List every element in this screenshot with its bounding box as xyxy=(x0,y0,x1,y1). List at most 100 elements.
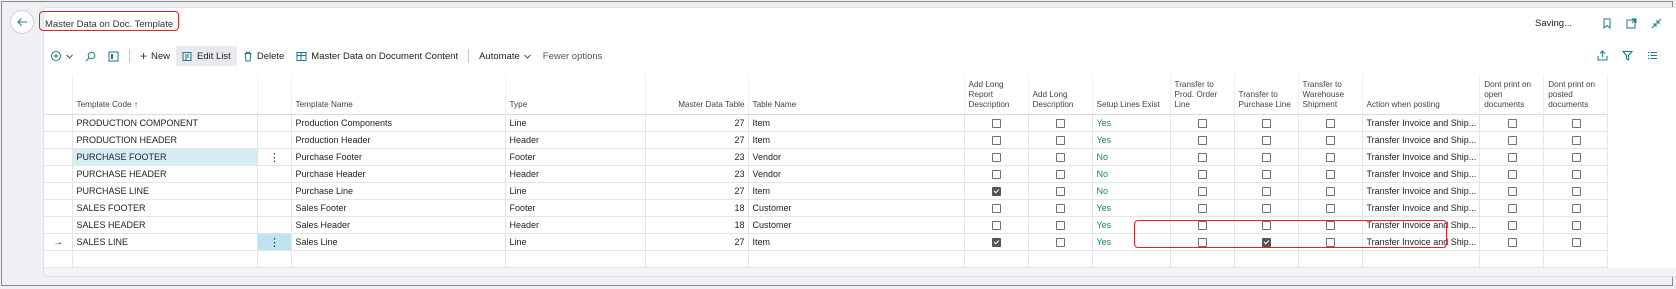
cell-add-long-desc[interactable] xyxy=(1028,114,1093,132)
checkbox[interactable] xyxy=(1198,153,1207,163)
checkbox[interactable] xyxy=(1507,204,1517,214)
cell-empty[interactable] xyxy=(1092,250,1171,268)
cell-empty[interactable] xyxy=(1362,250,1481,268)
cell-transfer-purchase[interactable] xyxy=(1234,199,1299,217)
cell-dont-print-open[interactable] xyxy=(1479,165,1545,183)
cell-add-long-desc[interactable] xyxy=(1028,233,1093,251)
search-button[interactable] xyxy=(79,46,102,66)
table-row[interactable]: SALES FOOTER Sales Footer Footer 18 Cust… xyxy=(44,199,1609,217)
cell-transfer-purchase[interactable] xyxy=(1234,165,1299,183)
table-row[interactable]: PURCHASE HEADER Purchase Header Header 2… xyxy=(44,165,1609,183)
cell-transfer-warehouse[interactable] xyxy=(1298,114,1363,132)
cell-transfer-warehouse[interactable] xyxy=(1298,165,1363,183)
cell-transfer-purchase[interactable] xyxy=(1234,182,1299,200)
cell-template-code[interactable]: PURCHASE HEADER xyxy=(72,165,258,183)
checkbox[interactable] xyxy=(1262,119,1271,129)
cell-add-long-desc[interactable] xyxy=(1028,182,1093,200)
checkbox[interactable] xyxy=(1571,221,1581,231)
cell-action-when-posting[interactable]: Transfer Invoice and Ship... xyxy=(1362,182,1481,200)
col-add-long-desc[interactable]: Add Long Description xyxy=(1028,74,1093,115)
checkbox[interactable] xyxy=(992,153,1001,163)
checkbox[interactable] xyxy=(1326,204,1335,214)
cell-dont-print-open[interactable] xyxy=(1479,182,1545,200)
checkbox[interactable] xyxy=(1056,170,1065,180)
checkbox[interactable] xyxy=(1507,187,1517,197)
checkbox[interactable] xyxy=(1571,187,1581,197)
checkbox[interactable] xyxy=(1326,170,1335,180)
checkbox[interactable] xyxy=(992,119,1001,129)
cell-dont-print-open[interactable] xyxy=(1479,131,1545,149)
back-button[interactable] xyxy=(10,10,34,34)
cell-template-code[interactable]: SALES LINE xyxy=(72,233,258,251)
checkbox[interactable] xyxy=(1198,204,1207,214)
checkbox[interactable] xyxy=(1056,204,1065,214)
cell-add-long-report-desc[interactable] xyxy=(964,216,1029,234)
cell-type[interactable]: Line xyxy=(505,182,646,200)
cell-action-when-posting[interactable]: Transfer Invoice and Ship... xyxy=(1362,148,1481,166)
cell-add-long-desc[interactable] xyxy=(1028,131,1093,149)
checkbox[interactable] xyxy=(1507,170,1517,180)
cell-type[interactable]: Header xyxy=(505,165,646,183)
more-options-icon[interactable]: ⋮ xyxy=(269,237,280,249)
cell-empty[interactable] xyxy=(964,250,1029,268)
cell-transfer-prod-order[interactable] xyxy=(1170,131,1235,149)
checkbox[interactable] xyxy=(1326,136,1335,146)
checkbox[interactable] xyxy=(1262,187,1271,197)
cell-dont-print-posted[interactable] xyxy=(1543,233,1609,251)
col-template-code[interactable]: Template Code ↑ xyxy=(72,74,258,115)
cell-dont-print-posted[interactable] xyxy=(1543,216,1609,234)
cell-type[interactable]: Line xyxy=(505,114,646,132)
cell-type[interactable]: Footer xyxy=(505,199,646,217)
filter-icon[interactable] xyxy=(1622,50,1633,61)
checkbox[interactable] xyxy=(1571,136,1581,146)
copilot-menu[interactable] xyxy=(44,46,79,66)
cell-template-name[interactable]: Sales Header xyxy=(291,216,506,234)
cell-setup-lines-exist[interactable]: No xyxy=(1092,148,1171,166)
cell-setup-lines-exist[interactable]: No xyxy=(1092,165,1171,183)
col-table-name[interactable]: Table Name xyxy=(748,74,965,115)
checkbox[interactable] xyxy=(1056,136,1065,146)
cell-master-data-table[interactable]: 27 xyxy=(645,114,749,132)
col-add-long-report-desc[interactable]: Add Long Report Description xyxy=(964,74,1029,115)
cell-add-long-report-desc[interactable] xyxy=(964,148,1029,166)
cell-transfer-purchase[interactable] xyxy=(1234,114,1299,132)
checkbox[interactable] xyxy=(992,170,1001,180)
checkbox[interactable] xyxy=(1507,119,1517,129)
edit-list-button[interactable]: Edit List xyxy=(176,46,237,66)
checkbox[interactable] xyxy=(1571,204,1581,214)
cell-template-code[interactable]: SALES FOOTER xyxy=(72,199,258,217)
cell-transfer-warehouse[interactable] xyxy=(1298,182,1363,200)
checkbox[interactable] xyxy=(1507,136,1517,146)
cell-dont-print-open[interactable] xyxy=(1479,148,1545,166)
cell-add-long-report-desc[interactable] xyxy=(964,182,1029,200)
cell-template-code[interactable]: PURCHASE FOOTER xyxy=(72,148,258,166)
checkbox[interactable] xyxy=(1326,153,1335,163)
cell-setup-lines-exist[interactable]: Yes xyxy=(1092,199,1171,217)
cell-template-code[interactable]: PRODUCTION HEADER xyxy=(72,131,258,149)
cell-add-long-report-desc[interactable] xyxy=(964,165,1029,183)
open-in-new-window-icon[interactable] xyxy=(1626,18,1637,29)
cell-setup-lines-exist[interactable]: No xyxy=(1092,182,1171,200)
checkbox[interactable] xyxy=(1571,153,1581,163)
checkbox[interactable] xyxy=(1571,170,1581,180)
cell-dont-print-posted[interactable] xyxy=(1543,148,1609,166)
cell-add-long-report-desc[interactable] xyxy=(964,199,1029,217)
checkbox[interactable] xyxy=(1507,153,1517,163)
cell-empty[interactable] xyxy=(1543,250,1609,268)
checkbox-checked[interactable] xyxy=(992,187,1001,197)
col-template-name[interactable]: Template Name xyxy=(291,74,506,115)
cell-master-data-table[interactable]: 27 xyxy=(645,131,749,149)
cell-master-data-table[interactable]: 27 xyxy=(645,182,749,200)
cell-template-code[interactable]: SALES HEADER xyxy=(72,216,258,234)
cell-add-long-desc[interactable] xyxy=(1028,148,1093,166)
checkbox[interactable] xyxy=(992,136,1001,146)
cell-transfer-warehouse[interactable] xyxy=(1298,148,1363,166)
list-view-icon[interactable] xyxy=(1647,50,1658,61)
checkbox[interactable] xyxy=(1198,187,1207,197)
col-transfer-prod-order[interactable]: Transfer to Prod. Order Line xyxy=(1170,74,1235,115)
cell-template-code[interactable]: PRODUCTION COMPONENT xyxy=(72,114,258,132)
col-dont-print-open[interactable]: Dont print on open documents xyxy=(1479,74,1545,115)
cell-type[interactable]: Footer xyxy=(505,148,646,166)
cell-add-long-desc[interactable] xyxy=(1028,199,1093,217)
checkbox[interactable] xyxy=(1198,136,1207,146)
